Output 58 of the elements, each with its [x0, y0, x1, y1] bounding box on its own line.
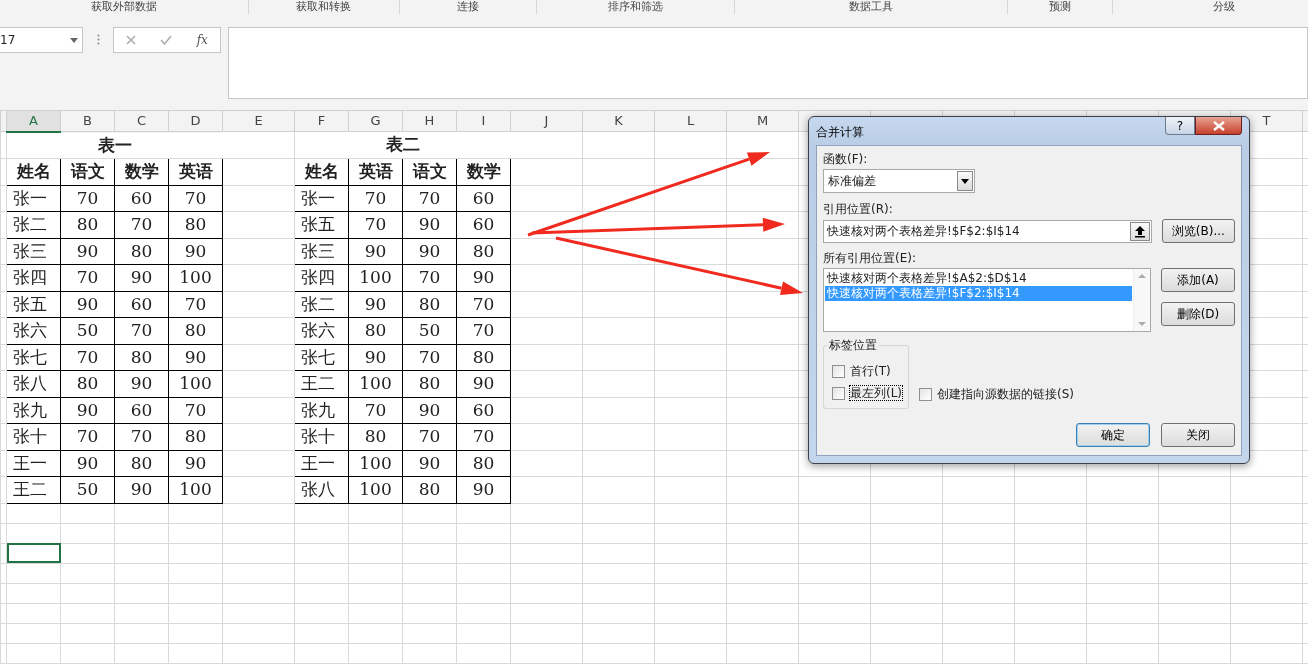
collapse-button[interactable]: [1129, 221, 1150, 241]
column-header[interactable]: H: [402, 110, 457, 132]
checkbox[interactable]: [832, 364, 845, 378]
field-label: 引用位置(R):: [823, 202, 894, 216]
ribbon-group-label: 获取外部数据: [90, 0, 157, 13]
dropdown-icon: [70, 37, 78, 43]
name-box[interactable]: 17: [0, 27, 83, 53]
ribbon-group-label: 分级: [1213, 0, 1236, 13]
ok-button[interactable]: 确定: [1076, 423, 1150, 447]
check-icon[interactable]: [160, 35, 173, 45]
insert-function-button[interactable]: fx: [196, 31, 208, 49]
column-header[interactable]: I: [456, 110, 511, 132]
ribbon-group-label: 预测: [1049, 0, 1072, 13]
cancel-icon[interactable]: [126, 35, 137, 45]
reference-list[interactable]: 快速核对两个表格差异!$A$2:$D$14 快速核对两个表格差异!$F$2:$I$14: [823, 268, 1151, 332]
reference-field[interactable]: 快速核对两个表格差异!$F$2:$I$14: [823, 219, 1152, 243]
add-button[interactable]: 添加(A): [1161, 268, 1235, 292]
table-title: 表一: [97, 134, 132, 155]
dialog-title: 合并计算: [816, 124, 864, 141]
column-header[interactable]: B: [60, 110, 115, 132]
column-header[interactable]: M: [726, 110, 799, 132]
column-header[interactable]: F: [294, 110, 349, 132]
cancel-button[interactable]: 关闭: [1161, 423, 1235, 447]
column-header[interactable]: A: [6, 110, 61, 132]
browse-button[interactable]: 浏览(B)...: [1161, 219, 1235, 243]
column-header[interactable]: K: [582, 110, 655, 132]
close-icon: [1212, 120, 1225, 131]
column-header[interactable]: E: [222, 110, 295, 132]
checkbox-label[interactable]: 最左列(L): [850, 386, 903, 400]
scroll-up-icon[interactable]: [1138, 274, 1146, 278]
checkbox[interactable]: [919, 387, 932, 401]
checkbox-label[interactable]: 首行(T): [850, 364, 891, 378]
column-header[interactable]: L: [654, 110, 727, 132]
ribbon-group-label: 连接: [457, 0, 480, 13]
list-item[interactable]: 快速核对两个表格差异!$A$2:$D$14: [825, 271, 1132, 286]
ribbon-group-label: 数据工具: [849, 0, 894, 13]
ribbon-group-label: 排序和筛选: [608, 0, 664, 13]
active-cell[interactable]: [6, 543, 61, 563]
column-header[interactable]: C: [114, 110, 169, 132]
column-header[interactable]: G: [348, 110, 403, 132]
function-dropdown[interactable]: 标准偏差: [823, 169, 975, 193]
delete-button[interactable]: 删除(D): [1161, 302, 1235, 326]
group-label: 标签位置: [827, 338, 879, 352]
table-title: 表二: [385, 134, 420, 155]
checkbox[interactable]: [832, 386, 845, 400]
help-button[interactable]: ?: [1165, 117, 1195, 135]
scroll-down-icon[interactable]: [1138, 322, 1146, 326]
column-header[interactable]: D: [168, 110, 223, 132]
field-label: 函数(F):: [823, 152, 869, 166]
upload-icon: [1133, 224, 1146, 238]
close-button[interactable]: [1195, 117, 1242, 135]
formula-input[interactable]: [228, 27, 1308, 99]
checkbox-label[interactable]: 创建指向源数据的链接(S): [937, 387, 1074, 401]
column-header[interactable]: J: [510, 110, 583, 132]
field-label: 所有引用位置(E):: [823, 251, 917, 265]
dropdown-icon[interactable]: [961, 178, 969, 184]
ribbon-group-label: 获取和转换: [296, 0, 352, 13]
grip-icon: [96, 34, 100, 45]
